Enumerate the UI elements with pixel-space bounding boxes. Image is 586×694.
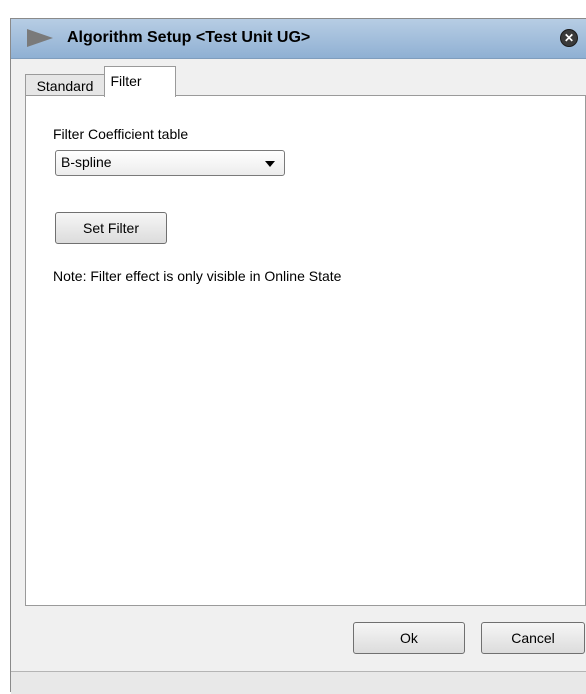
chevron-down-icon <box>265 161 275 167</box>
filter-coefficient-select[interactable]: B-spline <box>55 150 285 176</box>
window-title: Algorithm Setup <Test Unit UG> <box>67 29 311 46</box>
play-arrow-icon <box>27 29 53 47</box>
tab-filter-label: Filter <box>110 73 142 89</box>
ok-button[interactable]: Ok <box>353 622 465 654</box>
tab-filter[interactable]: Filter <box>104 66 176 97</box>
status-bar <box>11 671 586 694</box>
filter-coefficient-label: Filter Coefficient table <box>53 126 189 142</box>
filter-coefficient-value: B-spline <box>61 154 112 170</box>
tab-standard[interactable]: Standard <box>25 74 105 96</box>
tab-standard-label: Standard <box>36 78 94 94</box>
filter-tab-panel: Filter Coefficient table B-spline Set Fi… <box>25 95 586 606</box>
close-icon[interactable]: ✕ <box>560 29 578 47</box>
cancel-button[interactable]: Cancel <box>481 622 585 654</box>
set-filter-button[interactable]: Set Filter <box>55 212 167 244</box>
tab-strip: Standard Filter <box>11 59 586 97</box>
title-bar[interactable]: Algorithm Setup <Test Unit UG> ✕ <box>11 19 586 59</box>
online-state-note: Note: Filter effect is only visible in O… <box>53 268 342 284</box>
algorithm-setup-dialog: Algorithm Setup <Test Unit UG> ✕ Standar… <box>10 18 586 694</box>
